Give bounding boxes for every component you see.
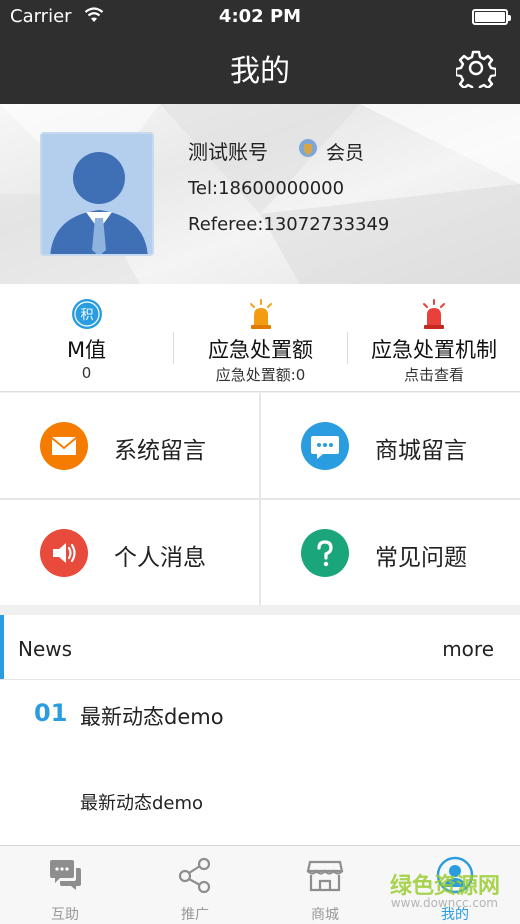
page-title: 我的	[230, 54, 290, 89]
menu-grid: 系统留言 商城留言 个人消息 常见问题	[0, 393, 520, 605]
tab-mutual-help-label: 互助	[51, 907, 79, 923]
top-bar: Carrier 4:02 PM 我的	[0, 0, 520, 104]
news-accent-bar	[0, 615, 4, 679]
profile-referee: Referee:13072733349	[188, 214, 390, 235]
siren-icon	[249, 299, 272, 329]
menu-personal-message-label: 个人消息	[114, 545, 206, 571]
menu-system-message-label: 系统留言	[114, 438, 206, 464]
stat-m-value-number: 0	[81, 364, 92, 382]
stat-m-value-label: M值	[66, 338, 107, 362]
news-item-title[interactable]: 最新动态demo	[80, 701, 224, 731]
profile-tel: Tel:18600000000	[188, 178, 345, 199]
member-badge-icon	[299, 139, 317, 157]
chat-bubbles-icon	[50, 860, 81, 890]
account-name: 测试账号	[188, 140, 268, 164]
news-header: News	[18, 637, 73, 661]
points-icon: 积	[71, 299, 102, 329]
menu-personal-message[interactable]: 个人消息	[0, 500, 259, 605]
share-icon	[178, 857, 211, 894]
gear-icon[interactable]	[456, 48, 496, 88]
member-badge-label: 会员	[326, 142, 365, 164]
menu-mall-message-label: 商城留言	[375, 438, 467, 464]
news-item-description: 最新动态demo	[80, 793, 204, 814]
status-bar: Carrier 4:02 PM	[0, 0, 520, 34]
alarm-icon	[423, 299, 445, 329]
grid-divider-horizontal	[0, 498, 520, 500]
tab-mutual-help[interactable]: 互助	[0, 846, 130, 924]
stat-emergency-amount[interactable]: 应急处置额 应急处置额:0	[174, 284, 347, 392]
menu-faq[interactable]: 常见问题	[261, 500, 520, 605]
status-time: 4:02 PM	[218, 6, 302, 27]
news-section: News more 01 最新动态demo 最新动态demo	[0, 615, 520, 845]
question-icon	[301, 529, 349, 577]
speaker-icon	[40, 529, 88, 577]
stat-emergency-mechanism-link[interactable]: 点击查看	[348, 364, 520, 385]
tab-mall-label: 商城	[311, 907, 339, 923]
menu-faq-label: 常见问题	[375, 545, 467, 571]
watermark-url: www.downcc.com	[390, 896, 498, 910]
tab-promote[interactable]: 推广	[130, 846, 260, 924]
stat-emergency-mechanism[interactable]: 应急处置机制 点击查看	[348, 284, 520, 392]
avatar[interactable]	[40, 132, 154, 256]
store-icon	[306, 860, 344, 892]
news-item-number: 01	[34, 699, 68, 727]
menu-mall-message[interactable]: 商城留言	[261, 393, 520, 498]
points-icon-glyph: 积	[80, 308, 93, 323]
news-more-link[interactable]: more	[442, 637, 494, 661]
profile-header: 测试账号 会员 Tel:18600000000 Referee:13072733…	[0, 104, 520, 284]
news-divider	[0, 679, 520, 680]
menu-system-message[interactable]: 系统留言	[0, 393, 259, 498]
tab-promote-label: 推广	[181, 907, 209, 923]
stat-emergency-amount-value: 应急处置额:0	[215, 366, 306, 384]
stat-emergency-amount-label: 应急处置额	[208, 338, 313, 362]
stat-emergency-mechanism-label: 应急处置机制	[371, 338, 497, 362]
stats-row: 积 M值 0 应急处置额 应急处置额:0 应急处置机制 点击查看	[0, 284, 520, 392]
stat-m-value[interactable]: 积 M值 0	[0, 284, 173, 392]
mail-icon	[40, 422, 88, 470]
avatar-image	[42, 134, 152, 254]
battery-icon	[472, 9, 511, 25]
chat-icon	[301, 422, 349, 470]
tab-mall[interactable]: 商城	[260, 846, 390, 924]
